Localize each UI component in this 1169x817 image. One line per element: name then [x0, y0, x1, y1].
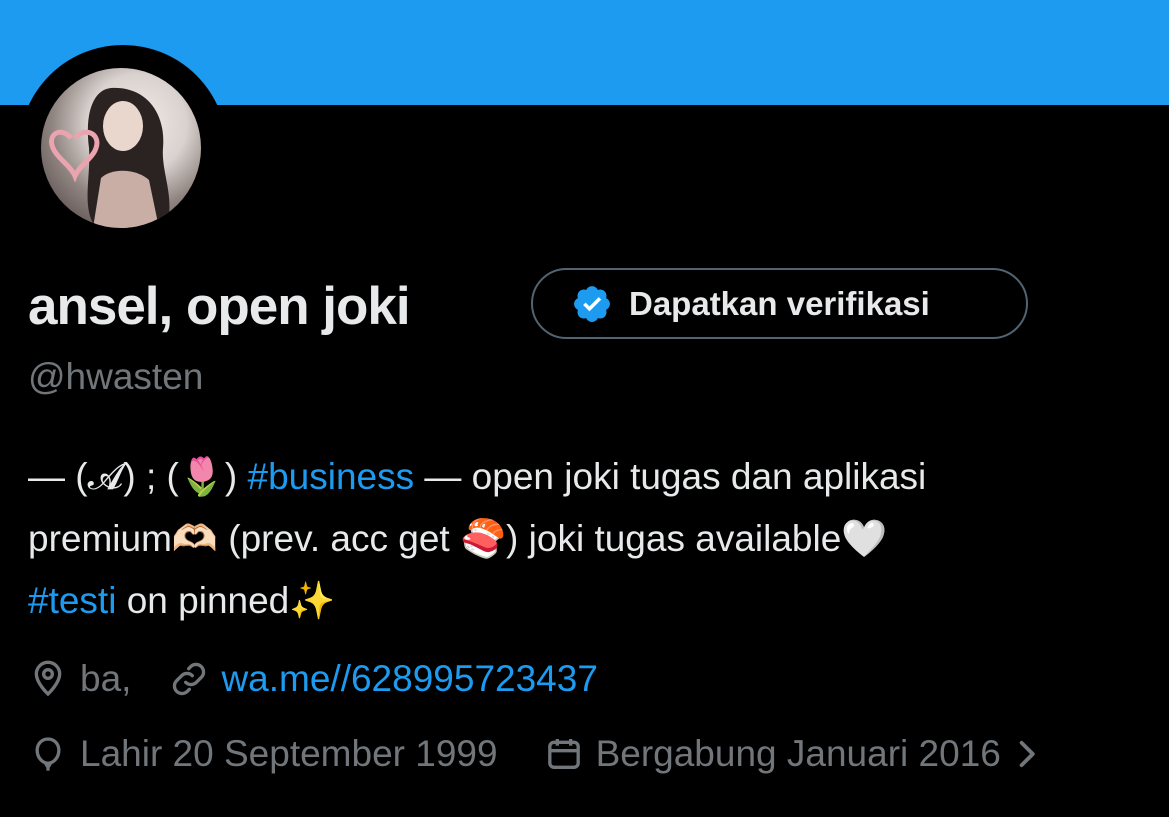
website-link[interactable]: wa.me//628995723437: [221, 658, 597, 700]
display-name: ansel, open joki: [28, 276, 411, 336]
bio-text: premium: [28, 518, 172, 559]
bio-text: — open joki tugas dan aplikasi: [414, 456, 927, 497]
location-pin-icon: [34, 660, 62, 697]
bio-text: (prev. acc get: [218, 518, 460, 559]
get-verified-label: Dapatkan verifikasi: [629, 284, 930, 322]
balloon-icon: [35, 737, 61, 771]
bio-text: ): [224, 456, 248, 497]
white-heart-emoji: 🤍: [841, 518, 888, 559]
hashtag-testi-link[interactable]: #testi: [28, 580, 116, 621]
bio-text: — (𝓐) ; (: [28, 456, 179, 497]
joined-text: Bergabung Januari 2016: [595, 733, 1001, 774]
avatar-image: [49, 87, 170, 228]
heart-hands-emoji: 🫶🏻: [171, 518, 218, 559]
avatar[interactable]: [41, 68, 201, 228]
profile-meta-row: ba, wa.me//628995723437: [28, 658, 598, 700]
hashtag-business-link[interactable]: #business: [248, 456, 415, 497]
tulip-emoji: 🌷: [178, 456, 225, 497]
profile-bio: — (𝓐) ; (🌷) #business — open joki tugas …: [28, 446, 1143, 632]
sparkles-emoji: ✨: [289, 580, 336, 621]
website-item: wa.me//628995723437: [169, 658, 598, 700]
bio-text: on pinned: [116, 580, 290, 621]
location-item: ba,: [28, 658, 131, 700]
name-row: ansel, open joki: [28, 266, 411, 346]
birthday-item: Lahir 20 September 1999: [28, 733, 498, 775]
bio-text: ) joki tugas available: [506, 518, 842, 559]
location-text: ba,: [80, 658, 132, 699]
get-verified-button[interactable]: Dapatkan verifikasi: [531, 268, 1028, 339]
user-handle: @hwasten: [28, 356, 204, 397]
sushi-emoji: 🍣: [459, 518, 507, 559]
link-icon: [173, 662, 206, 696]
joined-item: Bergabung Januari 2016: [544, 733, 1001, 775]
chevron-right-icon[interactable]: [1015, 738, 1041, 770]
profile-meta-row-2: Lahir 20 September 1999 Bergabung Januar…: [28, 733, 1041, 775]
birthday-text: Lahir 20 September 1999: [80, 733, 498, 774]
calendar-icon: [547, 739, 580, 769]
verified-badge-icon: [574, 285, 610, 322]
